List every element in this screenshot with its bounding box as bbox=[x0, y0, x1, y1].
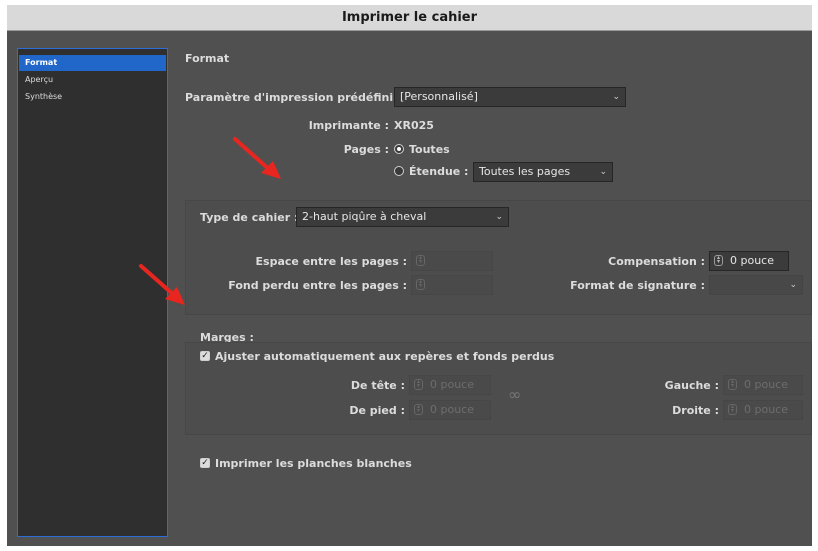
chevron-down-icon: ⌄ bbox=[612, 92, 620, 102]
link-chain-icon[interactable]: ∞ bbox=[508, 385, 521, 404]
pages-range-value: Toutes les pages bbox=[479, 165, 571, 178]
booklet-type-value: 2-haut piqûre à cheval bbox=[302, 210, 427, 223]
signature-size-label: Format de signature : bbox=[570, 279, 705, 292]
print-blank-spreads-label: Imprimer les planches blanches bbox=[215, 457, 412, 470]
spinner-icon: ▴ ▾ bbox=[714, 255, 723, 266]
spinner-icon: ▴ ▾ bbox=[416, 279, 425, 290]
dialog-title: Imprimer le cahier bbox=[7, 5, 812, 31]
pages-label: Pages : bbox=[343, 143, 389, 156]
margin-right-field[interactable]: ▴ ▾ 0 pouce bbox=[723, 400, 803, 420]
red-arrow-icon bbox=[139, 264, 185, 305]
margin-top-label: De tête : bbox=[350, 379, 405, 392]
booklet-type-label: Type de cahier : bbox=[200, 211, 299, 224]
pages-range-label: Étendue : bbox=[409, 165, 469, 178]
margin-bottom-field[interactable]: ▴ ▾ 0 pouce bbox=[409, 400, 491, 420]
spinner-icon: ▴ ▾ bbox=[728, 379, 737, 390]
section-heading: Format bbox=[185, 52, 230, 65]
printer-label: Imprimante : bbox=[308, 119, 389, 132]
chevron-down-icon: ⌄ bbox=[599, 167, 607, 177]
creep-label: Compensation : bbox=[608, 255, 705, 268]
preset-label: Paramètre d'impression prédéfini : bbox=[185, 91, 402, 104]
printer-value: XR025 bbox=[394, 119, 434, 132]
margin-top-field[interactable]: ▴ ▾ 0 pouce bbox=[409, 375, 491, 395]
auto-adjust-checkbox[interactable]: ✓ bbox=[200, 351, 210, 361]
pages-range-dropdown[interactable]: Toutes les pages ⌄ bbox=[473, 162, 613, 182]
spinner-icon: ▴ ▾ bbox=[416, 255, 425, 266]
preset-value: [Personnalisé] bbox=[400, 90, 478, 103]
chevron-down-icon: ⌄ bbox=[495, 212, 503, 222]
signature-size-dropdown[interactable]: ⌄ bbox=[709, 275, 803, 295]
booklet-type-dropdown[interactable]: 2-haut piqûre à cheval ⌄ bbox=[296, 207, 509, 227]
preset-dropdown[interactable]: [Personnalisé] ⌄ bbox=[394, 87, 626, 107]
auto-adjust-label: Ajuster automatiquement aux repères et f… bbox=[215, 350, 555, 363]
spinner-icon: ▴ ▾ bbox=[414, 404, 423, 415]
margin-left-label: Gauche : bbox=[664, 379, 719, 392]
bleed-between-pages-label: Fond perdu entre les pages : bbox=[228, 279, 407, 292]
creep-value: 0 pouce bbox=[730, 254, 774, 267]
chevron-down-icon: ⌄ bbox=[789, 280, 797, 290]
spinner-icon: ▴ ▾ bbox=[728, 404, 737, 415]
pages-all-label: Toutes bbox=[409, 143, 450, 156]
red-arrow-icon bbox=[233, 137, 281, 179]
pages-range-radio[interactable] bbox=[394, 166, 404, 176]
bleed-between-pages-field[interactable]: ▴ ▾ bbox=[411, 275, 493, 295]
margin-left-field[interactable]: ▴ ▾ 0 pouce bbox=[723, 375, 803, 395]
sidebar-item-apercu[interactable]: Aperçu bbox=[19, 72, 166, 88]
margin-right-label: Droite : bbox=[672, 404, 719, 417]
space-between-pages-label: Espace entre les pages : bbox=[255, 255, 407, 268]
sidebar-item-synthese[interactable]: Synthèse bbox=[19, 89, 166, 105]
creep-field[interactable]: ▴ ▾ 0 pouce bbox=[709, 251, 789, 271]
spinner-icon: ▴ ▾ bbox=[414, 379, 423, 390]
pages-all-radio[interactable] bbox=[394, 144, 404, 154]
margin-bottom-label: De pied : bbox=[349, 404, 405, 417]
print-blank-spreads-checkbox[interactable]: ✓ bbox=[200, 458, 210, 468]
space-between-pages-field[interactable]: ▴ ▾ bbox=[411, 251, 493, 271]
sidebar-item-format[interactable]: Format bbox=[19, 55, 166, 71]
print-booklet-dialog: Imprimer le cahier Format Aperçu Synthès… bbox=[7, 5, 812, 546]
